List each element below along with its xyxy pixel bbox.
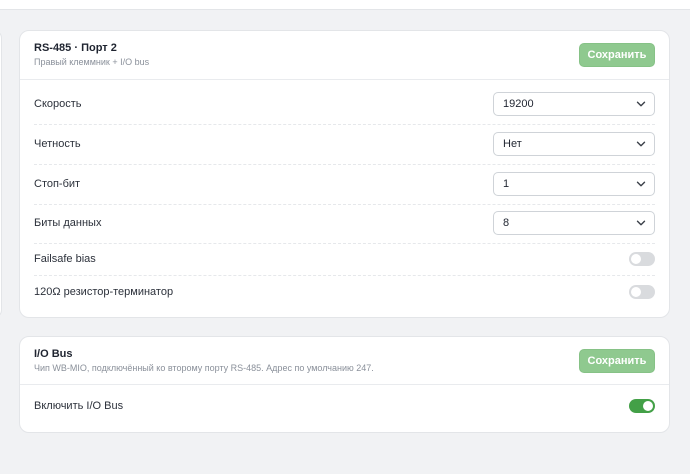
- card-header: I/O Bus Чип WB-MIO, подключённый ко втор…: [20, 337, 669, 385]
- chevron-down-icon: [636, 220, 646, 226]
- failsafe-label: Failsafe bias: [34, 253, 96, 265]
- chevron-down-icon: [636, 141, 646, 147]
- parity-label: Четность: [34, 138, 81, 150]
- card-subtitle: Правый клеммник + I/O bus: [34, 57, 150, 67]
- row-divider: [34, 124, 655, 125]
- speed-value: 19200: [503, 98, 534, 110]
- left-panel-edge: [0, 30, 2, 318]
- top-header-bar: [0, 0, 690, 10]
- data-bits-row: Биты данных 8: [34, 211, 655, 235]
- card-subtitle: Чип WB-MIO, подключённый ко второму порт…: [34, 363, 374, 373]
- card-title: RS-485 · Порт 2: [34, 42, 117, 54]
- toggle-knob: [643, 401, 653, 411]
- parity-row: Четность Нет: [34, 132, 655, 156]
- io-bus-card: I/O Bus Чип WB-MIO, подключённый ко втор…: [19, 336, 670, 433]
- parity-select[interactable]: Нет: [493, 132, 655, 156]
- io-bus-enable-label: Включить I/O Bus: [34, 400, 124, 412]
- terminator-label: 120Ω резистор-терминатор: [34, 286, 174, 298]
- io-bus-enable-row: Включить I/O Bus: [34, 398, 655, 414]
- terminator-toggle[interactable]: [629, 285, 655, 299]
- stop-bits-label: Стоп-бит: [34, 178, 81, 190]
- save-button[interactable]: Сохранить: [579, 349, 655, 373]
- card-title: I/O Bus: [34, 348, 73, 360]
- terminator-row: 120Ω резистор-терминатор: [34, 284, 655, 300]
- stop-bits-row: Стоп-бит 1: [34, 172, 655, 196]
- toggle-knob: [631, 254, 641, 264]
- io-bus-enable-toggle[interactable]: [629, 399, 655, 413]
- speed-select[interactable]: 19200: [493, 92, 655, 116]
- row-divider: [34, 164, 655, 165]
- row-divider: [34, 204, 655, 205]
- toggle-knob: [631, 287, 641, 297]
- save-button[interactable]: Сохранить: [579, 43, 655, 67]
- parity-value: Нет: [503, 138, 522, 150]
- card-header: RS-485 · Порт 2 Правый клеммник + I/O bu…: [20, 31, 669, 80]
- row-divider: [34, 243, 655, 244]
- stop-bits-select[interactable]: 1: [493, 172, 655, 196]
- failsafe-toggle[interactable]: [629, 252, 655, 266]
- speed-label: Скорость: [34, 98, 82, 110]
- failsafe-row: Failsafe bias: [34, 251, 655, 267]
- data-bits-select[interactable]: 8: [493, 211, 655, 235]
- data-bits-label: Биты данных: [34, 217, 102, 229]
- data-bits-value: 8: [503, 217, 510, 229]
- chevron-down-icon: [636, 181, 646, 187]
- speed-row: Скорость 19200: [34, 92, 655, 116]
- rs485-port2-card: RS-485 · Порт 2 Правый клеммник + I/O bu…: [19, 30, 670, 318]
- chevron-down-icon: [636, 101, 646, 107]
- stop-bits-value: 1: [503, 178, 510, 190]
- row-divider: [34, 275, 655, 276]
